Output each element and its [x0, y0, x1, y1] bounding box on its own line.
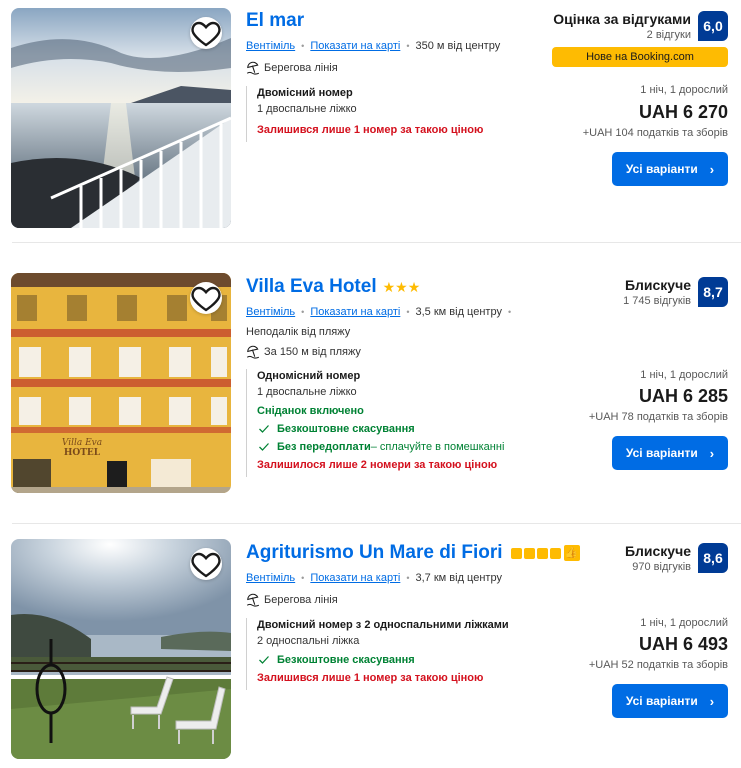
rating-square [510, 547, 522, 559]
score-badge[interactable]: 8,7 [698, 277, 728, 307]
score-word: Оцінка за відгуками [553, 11, 691, 27]
free-cancel-line: Безкоштовне скасування [257, 651, 526, 669]
location-line: Вентіміль • Показати на карті • 3,7 км в… [246, 572, 502, 584]
heart-icon[interactable] [190, 17, 222, 49]
room-name: Двомісний номер [257, 87, 353, 99]
no-prepay-line: Без передоплати – сплачуйте в помешканні [257, 438, 546, 456]
all-options-button[interactable]: Усі варіанти › [612, 436, 728, 470]
rating-square [549, 547, 561, 559]
heart-icon[interactable] [190, 282, 222, 314]
hotel-photo[interactable] [11, 8, 231, 228]
room-info: Одномісний номер 1 двоспальне ліжко Снід… [246, 369, 546, 477]
city-link[interactable]: Вентіміль [246, 572, 295, 584]
feature-line: Берегова лінія [246, 61, 338, 75]
review-count: 970 відгуків [632, 561, 691, 573]
separator: • [406, 41, 410, 51]
map-link[interactable]: Показати на карті [310, 572, 400, 584]
new-badge: Нове на Booking.com [552, 47, 728, 67]
separator: • [406, 307, 410, 317]
hotel-title[interactable]: El mar [246, 10, 304, 32]
score-badge[interactable]: 8,6 [698, 543, 728, 573]
scarcity-text: Залишилося лише 2 номери за такою ціною [257, 459, 498, 471]
room-bed: 2 односпальні ліжка [257, 635, 360, 647]
distance-text: 350 м від центру [415, 40, 501, 52]
taxes-text: +UAH 52 податків та зборів [588, 659, 728, 671]
beach-umbrella-icon [246, 61, 260, 75]
heart-icon[interactable] [190, 548, 222, 580]
separator: • [301, 307, 305, 317]
price: UAH 6 270 [638, 102, 728, 122]
chevron-right-icon: › [709, 445, 715, 461]
nearby-text: Неподалік від пляжу [246, 326, 351, 338]
hotel-sign-line1: Villa Eva [62, 438, 102, 448]
score-word: Блискуче [624, 277, 691, 293]
hotel-photo[interactable] [11, 539, 231, 759]
location-line: Вентіміль • Показати на карті • 350 м ві… [246, 40, 500, 52]
map-link[interactable]: Показати на карті [310, 40, 400, 52]
review-count: 2 відгуки [646, 29, 691, 41]
taxes-text: +UAH 78 податків та зборів [588, 411, 728, 423]
distance-text: 3,7 км від центру [415, 572, 502, 584]
map-link[interactable]: Показати на карті [310, 306, 400, 318]
hotel-title[interactable]: Agriturismo Un Mare di Fiori 👍 [246, 542, 580, 564]
rating-square [523, 547, 535, 559]
hotel-sign-line2: HOTEL [64, 448, 101, 458]
room-name: Двомісний номер з 2 односпальними ліжкам… [257, 619, 509, 631]
all-options-button[interactable]: Усі варіанти › [612, 684, 728, 718]
breakfast-text: Сніданок включено [257, 405, 364, 417]
checkmark-icon [259, 443, 269, 451]
taxes-text: +UAH 104 податків та зборів [582, 127, 728, 139]
price: UAH 6 285 [638, 386, 728, 406]
nights-text: 1 ніч, 1 дорослий [640, 369, 728, 381]
nights-text: 1 ніч, 1 дорослий [640, 617, 728, 629]
beach-umbrella-icon [246, 593, 260, 607]
free-cancel-line: Безкоштовне скасування [257, 420, 546, 438]
divider [12, 523, 741, 524]
location-line: Вентіміль • Показати на карті • 3,5 км в… [246, 306, 517, 318]
hotel-title[interactable]: Villa Eva Hotel ★★★ [246, 276, 420, 298]
scarcity-text: Залишився лише 1 номер за такою ціною [257, 672, 484, 684]
room-bed: 1 двоспальне ліжко [257, 386, 357, 398]
checkmark-icon [259, 656, 269, 664]
apartment-rating: 👍 [509, 545, 580, 561]
city-link[interactable]: Вентіміль [246, 40, 295, 52]
separator: • [406, 573, 410, 583]
chevron-right-icon: › [709, 693, 715, 709]
rating-square [536, 547, 548, 559]
room-info: Двомісний номер з 2 односпальними ліжкам… [246, 618, 526, 690]
separator: • [301, 573, 305, 583]
nights-text: 1 ніч, 1 дорослий [640, 84, 728, 96]
city-link[interactable]: Вентіміль [246, 306, 295, 318]
beach-umbrella-icon [246, 345, 260, 359]
review-count: 1 745 відгуків [623, 295, 691, 307]
feature-line: За 150 м від пляжу [246, 345, 361, 359]
score-word: Блискуче [624, 543, 691, 559]
separator: • [301, 41, 305, 51]
score-badge[interactable]: 6,0 [698, 11, 728, 41]
hotel-photo[interactable]: Villa Eva HOTEL [11, 273, 231, 493]
scarcity-text: Залишився лише 1 номер за такою ціною [257, 124, 484, 136]
star-rating: ★★★ [382, 278, 421, 295]
feature-line: Берегова лінія [246, 593, 338, 607]
all-options-button[interactable]: Усі варіанти › [612, 152, 728, 186]
room-bed: 1 двоспальне ліжко [257, 103, 357, 115]
room-name: Одномісний номер [257, 370, 361, 382]
distance-text: 3,5 км від центру [415, 306, 502, 318]
room-info: Двомісний номер 1 двоспальне ліжко Залиш… [246, 86, 546, 142]
divider [12, 242, 741, 243]
separator: • [507, 307, 512, 317]
checkmark-icon [259, 425, 269, 433]
chevron-right-icon: › [709, 161, 715, 177]
thumbs-up-icon: 👍 [563, 545, 580, 561]
price: UAH 6 493 [638, 634, 728, 654]
